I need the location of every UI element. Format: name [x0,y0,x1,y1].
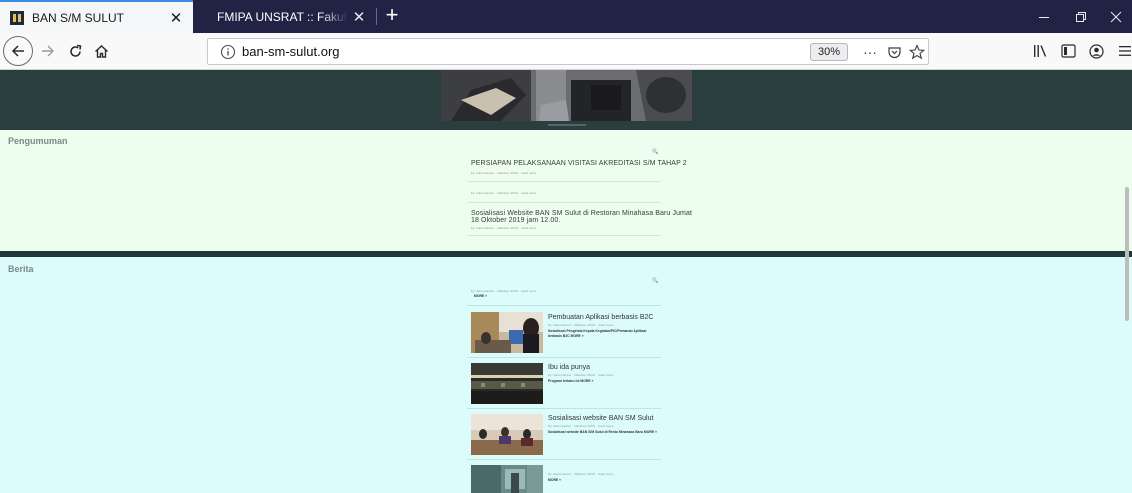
tab-title: BAN S/M SULUT [32,10,125,25]
sidebar-icon[interactable] [1057,40,1079,62]
pocket-icon[interactable] [884,42,904,62]
news-meta: by: bansmsulut · Oktober 2019 · read mor… [548,373,614,377]
news-title[interactable]: Sosialisasi website BAN SM Sulut [548,415,653,422]
news-heading: Berita [8,264,34,274]
news-thumbnail[interactable] [471,363,543,404]
announcement-divider [467,202,661,203]
announcement-meta: by: bansmsulut · Oktober 2019 · read mor… [471,191,537,195]
news-more-link[interactable]: MORE » [474,294,487,298]
page-actions-icon[interactable]: ··· [860,42,880,62]
announcement-title[interactable]: Sosialisasi Website BAN SM Sulut di Rest… [471,210,692,217]
zoom-level-badge[interactable]: 30% [810,43,849,61]
news-divider [467,305,661,306]
announcement-title-line2[interactable]: 18 Oktober 2019 jam 12.00. [471,217,560,224]
home-button[interactable] [88,38,114,64]
hero-caption [548,124,586,126]
news-more-link[interactable]: MORE » [548,478,561,482]
header-hero-image [441,70,692,121]
news-meta: by: bansmsulut · Oktober 2019 · read mor… [471,289,537,293]
close-window-icon [1110,11,1122,22]
address-bar[interactable]: ban-sm-sulut.org 30% ··· [207,38,929,65]
reload-button[interactable] [62,38,88,64]
search-icon[interactable]: 🔍 [652,149,658,155]
page-viewport: Pengumuman 🔍 PERSIAPAN PELAKSANAAN VISIT… [0,70,1132,493]
news-excerpt-line2[interactable]: berbasis B2C MORE » [548,334,584,338]
tab-separator [376,8,377,25]
news-divider [467,408,661,409]
account-icon[interactable] [1085,40,1107,62]
news-meta: by: bansmsulut · Oktober 2019 · read mor… [548,323,614,327]
announcement-meta: by: bansmsulut · Oktober 2019 · read mor… [471,171,537,175]
news-thumbnail[interactable] [471,414,543,455]
news-excerpt[interactable]: Sosialisasi website BAN S/M Sulut di Res… [548,430,657,434]
close-window-button[interactable] [1098,0,1132,33]
tab-title: FMIPA UNSRAT :: Fakultas MIPA [217,9,348,24]
minimize-icon [1039,16,1049,18]
url-text[interactable]: ban-sm-sulut.org [242,44,340,59]
forward-arrow-icon [42,45,54,57]
home-icon [94,44,108,58]
tab-ban-sm-sulut[interactable]: BAN S/M SULUT ✕ [0,0,193,33]
tab-strip: BAN S/M SULUT ✕ FMIPA UNSRAT :: Fakultas… [0,0,1132,33]
library-icon[interactable] [1030,40,1052,62]
news-divider [467,357,661,358]
news-meta: by: bansmsulut · Oktober 2019 · read mor… [548,472,614,476]
announcement-divider [467,235,661,236]
news-thumbnail[interactable] [471,465,543,493]
news-title[interactable]: Ibu ida punya [548,364,590,371]
menu-icon[interactable] [1114,40,1132,62]
announcements-heading: Pengumuman [8,136,68,146]
news-title[interactable]: Pembuatan Aplikasi berbasis B2C [548,314,653,321]
reload-icon [69,44,81,57]
announcement-meta: by: bansmsulut · Oktober 2019 · read mor… [471,226,537,230]
tab-fmipa-unsrat[interactable]: FMIPA UNSRAT :: Fakultas MIPA ✕ [193,0,376,33]
news-excerpt[interactable]: Program terbaru ini MORE » [548,379,593,383]
close-tab-icon[interactable]: ✕ [165,7,187,29]
minimize-button[interactable] [1026,0,1062,33]
navigation-toolbar: ban-sm-sulut.org 30% ··· [0,33,1132,70]
close-tab-icon[interactable]: ✕ [348,6,370,28]
news-meta: by: bansmsulut · Oktober 2019 · read mor… [548,424,614,428]
page-scrollbar[interactable] [1125,187,1129,321]
site-favicon-icon [10,10,24,25]
bookmark-star-icon[interactable] [907,42,927,62]
announcement-title[interactable]: PERSIAPAN PELAKSANAAN VISITASI AKREDITAS… [471,160,687,167]
news-excerpt: Sosialisasi Pengelola Kepala Kegiatan/PI… [548,329,647,333]
site-info-icon[interactable] [220,44,236,60]
back-button[interactable] [3,36,33,66]
forward-button[interactable] [35,38,61,64]
announcement-divider [467,181,661,182]
news-divider [467,459,661,460]
new-tab-button[interactable]: + [380,4,404,28]
news-section: Berita 🔍 by: bansmsulut · Oktober 2019 ·… [0,257,1132,493]
restore-icon [1076,11,1086,22]
search-icon[interactable]: 🔍 [652,278,658,284]
restore-button[interactable] [1063,0,1099,33]
back-arrow-icon [11,45,24,57]
announcements-section: Pengumuman 🔍 PERSIAPAN PELAKSANAAN VISIT… [0,130,1132,251]
news-thumbnail[interactable] [471,312,543,353]
